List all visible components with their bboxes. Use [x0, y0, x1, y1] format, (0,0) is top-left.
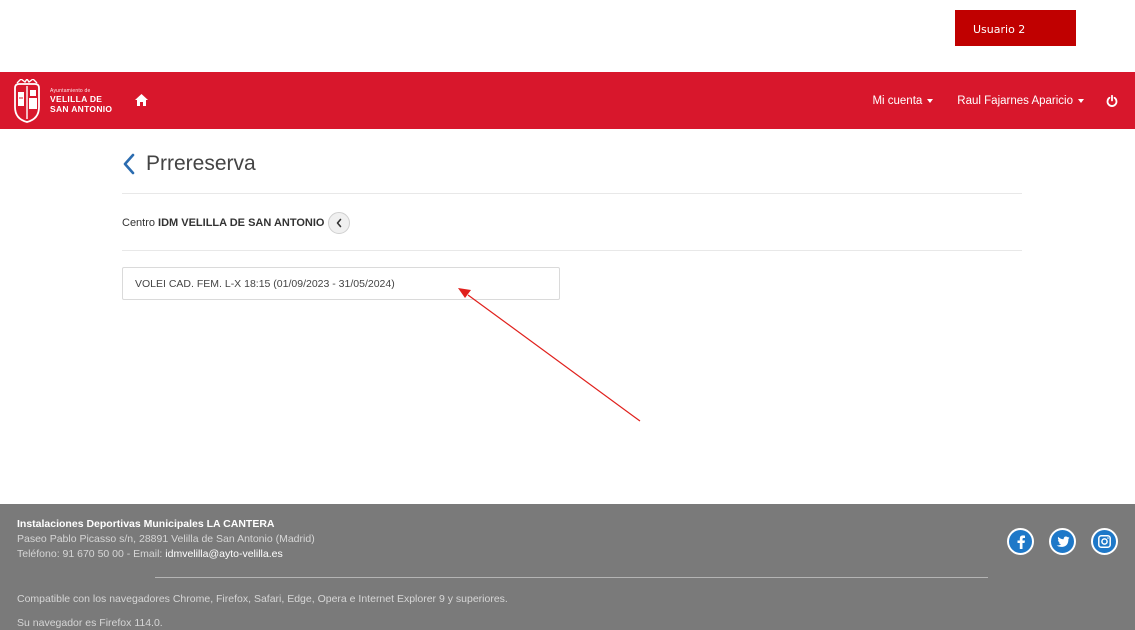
coat-of-arms-icon	[14, 79, 40, 123]
footer-compat: Compatible con los navegadores Chrome, F…	[17, 593, 508, 605]
user-name-label: Raul Fajarnes Aparicio	[957, 94, 1073, 107]
instagram-icon[interactable]	[1091, 528, 1118, 555]
chevron-left-icon	[337, 218, 342, 228]
instagram-glyph-icon	[1098, 535, 1111, 548]
center-name: IDM VELILLA DE SAN ANTONIO	[158, 217, 325, 229]
page: Usuario 2 Ayuntamiento de VELILLA DE SAN…	[0, 0, 1135, 630]
top-navbar: Ayuntamiento de VELILLA DE SAN ANTONIO M…	[0, 72, 1135, 129]
twitter-glyph-icon	[1056, 536, 1069, 547]
change-center-button[interactable]	[328, 212, 351, 234]
brand-small: Ayuntamiento de	[50, 88, 91, 94]
user-menu[interactable]: Raul Fajarnes Aparicio	[945, 95, 1096, 107]
nav-right: Mi cuenta Raul Fajarnes Aparicio	[860, 72, 1135, 129]
footer-title: Instalaciones Deportivas Municipales LA …	[17, 518, 275, 530]
my-account-label: Mi cuenta	[872, 94, 923, 107]
footer-divider	[155, 577, 988, 578]
center-selector: Centro IDM VELILLA DE SAN ANTONIO	[122, 212, 351, 234]
logout-button[interactable]	[1096, 94, 1135, 107]
home-icon[interactable]	[135, 94, 148, 106]
activity-option[interactable]: VOLEI CAD. FEM. L-X 18:15 (01/09/2023 - …	[122, 267, 560, 300]
chevron-down-icon	[927, 98, 934, 103]
social-links	[1007, 528, 1118, 555]
chevron-down-icon	[1078, 98, 1084, 103]
center-label: Centro	[122, 217, 156, 229]
brand-line1: VELILLA DE	[50, 94, 103, 104]
page-header: Prrereserva	[122, 152, 256, 176]
footer-address: Paseo Pablo Picasso s/n, 28891 Velilla d…	[17, 533, 315, 545]
municipal-logo[interactable]: Ayuntamiento de VELILLA DE SAN ANTONIO	[10, 76, 140, 126]
divider	[122, 193, 1022, 194]
my-account-menu[interactable]: Mi cuenta	[860, 95, 945, 107]
back-chevron-icon[interactable]	[122, 153, 136, 175]
footer-email-link[interactable]: idmvelilla@ayto-velilla.es	[165, 548, 282, 560]
facebook-icon[interactable]	[1007, 528, 1034, 555]
divider	[122, 250, 1022, 251]
facebook-glyph-icon	[1017, 534, 1025, 549]
power-icon	[1106, 94, 1118, 107]
user-badge: Usuario 2	[955, 10, 1076, 46]
brand-line2: SAN ANTONIO	[50, 103, 113, 114]
footer-contact: Teléfono: 91 670 50 00 - Email: idmvelil…	[17, 548, 283, 560]
footer-phone: Teléfono: 91 670 50 00 - Email:	[17, 548, 163, 560]
footer-browser: Su navegador es Firefox 114.0.	[17, 617, 163, 629]
twitter-icon[interactable]	[1049, 528, 1076, 555]
page-title: Prrereserva	[146, 152, 256, 175]
footer: Instalaciones Deportivas Municipales LA …	[0, 504, 1135, 630]
